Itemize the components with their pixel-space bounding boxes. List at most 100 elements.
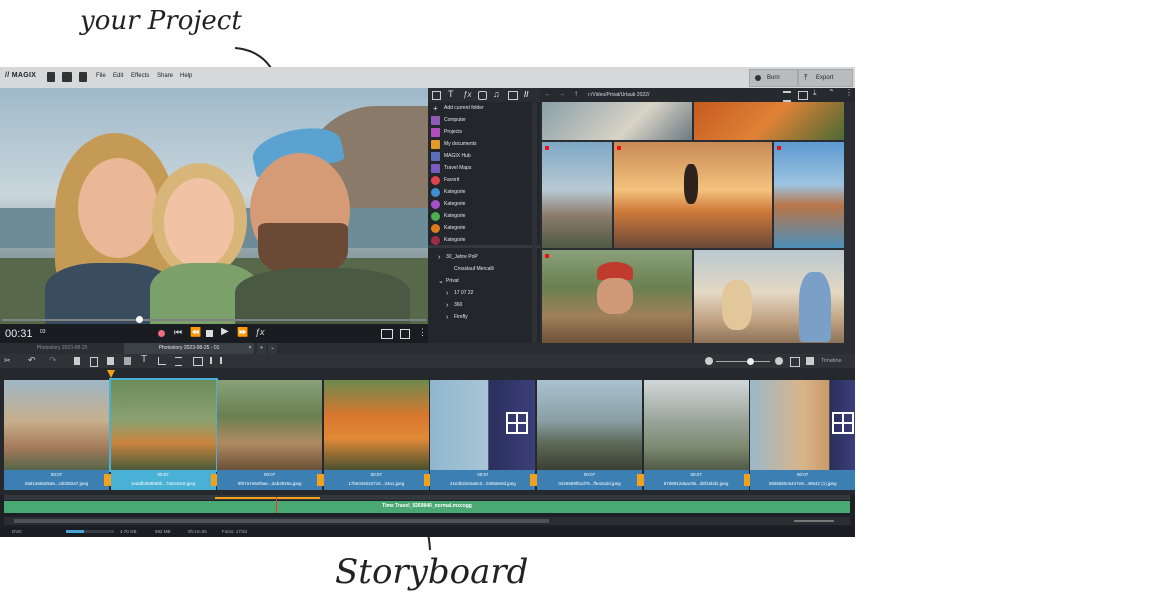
burn-button[interactable]: Burn [749,69,798,87]
fit-icon[interactable] [790,357,800,367]
tab-photostory-1[interactable]: Photostory 2023-08-25 [2,343,122,354]
undo-icon[interactable]: ↶ [28,355,36,366]
menu-effects[interactable]: Effects [131,73,149,79]
storyboard-clip[interactable] [323,380,429,470]
fast-forward-button[interactable]: ⏩ [237,327,248,338]
grid-icon[interactable] [432,91,441,100]
folder-tree-item[interactable]: › 17 07 22 [430,288,538,299]
delete-icon[interactable] [74,357,80,365]
folder-tree-item[interactable]: › Firefly [430,312,538,323]
sidebar-scrollbar[interactable] [532,103,537,343]
more-icon[interactable]: ⋮ [418,327,427,338]
thumb-tent-orange[interactable] [694,102,844,140]
menu-edit[interactable]: Edit [113,73,123,79]
picture-icon[interactable] [193,357,203,366]
horizontal-scrollbar[interactable] [4,517,850,525]
resize-icon[interactable] [210,357,222,364]
chevron-icon[interactable]: › [438,252,440,263]
download-icon[interactable]: ⤓ [813,88,817,98]
storyboard-clip[interactable] [4,380,109,470]
clip-info-bar[interactable]: 00:07 0655560c6447e8...48542 (1).jpeg [750,470,855,490]
sidebar-item[interactable]: Travel Maps [430,163,538,174]
sharpen-icon[interactable]: ⌃ [828,88,835,97]
thumb-rock-arch[interactable] [774,142,844,248]
crop-icon[interactable] [158,357,166,365]
preview-monitor[interactable] [0,88,428,324]
scrub-handle[interactable] [136,316,143,323]
chevron-icon[interactable]: › [446,300,448,311]
clip-info-bar[interactable]: 00:07 1ea5fb358b89b...7a0246c8.jpeg [110,470,216,490]
audio-track[interactable]: Time Travel_9269840_normal.mxcogg [4,501,850,513]
cut-icon[interactable]: ✂ [4,356,11,365]
storyboard-clip[interactable] [217,380,323,470]
sidebar-item[interactable]: Projects [430,127,538,138]
effects-icon[interactable]: ƒx [463,90,471,99]
sidebar-item[interactable]: My documents [430,139,538,150]
zoom-handle[interactable] [747,358,754,365]
play-button[interactable]: ▶ [221,326,229,337]
rewind-button[interactable]: ⏪ [190,327,201,338]
storyboard-clip[interactable] [750,380,855,470]
open-folder-icon[interactable] [62,72,72,82]
sort-icon[interactable] [783,91,791,102]
folder-tree-item[interactable]: › 30_Jahre PoP [430,252,538,263]
folder-tree-item[interactable]: › 360 [430,300,538,311]
storyboard-clip[interactable] [537,380,642,470]
back-icon[interactable]: ← [544,89,552,98]
zoom-slider[interactable] [716,361,770,362]
menu-help[interactable]: Help [180,73,192,79]
sidebar-item[interactable]: Kategorie [430,199,538,210]
folder-tree-item[interactable]: Crosslauf Mercalli [430,264,538,275]
chevron-icon[interactable]: ⌄ [438,276,444,287]
thumb-girl-rocks[interactable] [542,142,612,248]
chevron-icon[interactable]: › [446,312,448,323]
zoom-out-icon[interactable] [705,357,713,365]
sidebar-item[interactable]: Kategorie [430,223,538,234]
clip-info-bar[interactable]: 00:07 9f67a7e8ef6ae...dab3926a.jpeg [217,470,323,490]
view-icon[interactable] [798,91,808,100]
skip-start-button[interactable]: ⏮ [174,327,182,338]
thumb-beach-women[interactable] [694,250,844,344]
sidebar-item[interactable]: Kategorie [430,187,538,198]
path-text[interactable]: r:/Video/Privat/Urlaub 2022/ [588,92,649,98]
storyboard-clip[interactable] [430,380,536,470]
folder-tree-item[interactable]: ⌄ Privat [430,276,538,287]
playhead-marker[interactable] [107,370,115,378]
menu-file[interactable]: File [96,73,106,79]
storyboard-clip[interactable] [643,380,749,470]
add-current-folder[interactable]: + Add current folder [430,103,538,114]
timeline-label[interactable]: Timeline [821,358,842,364]
clip-info-bar[interactable]: 00:07 17b63460227c8...34a1.jpeg [323,470,429,490]
menu-dots-icon[interactable]: ⋮ [845,88,853,97]
tab-menu-icon[interactable]: ⌄ [268,343,277,354]
text-icon[interactable]: T [448,89,454,99]
close-tab-icon[interactable]: × [246,343,254,354]
zoom-in-icon[interactable] [775,357,783,365]
forward-icon[interactable]: → [558,89,566,98]
zoom-mini-slider[interactable] [794,520,834,522]
storyboard-clip[interactable] [108,378,218,472]
up-icon[interactable]: ↑ [574,89,578,98]
fx-button[interactable]: ƒx [255,327,265,337]
sidebar-item[interactable]: Favorit [430,175,538,186]
chevron-icon[interactable]: › [446,288,448,299]
redo-icon[interactable]: ↷ [49,355,57,366]
record-button[interactable] [158,330,165,337]
clip-info-bar[interactable]: 00:07 87d6912daac9b...d5f16bd2.jpeg [643,470,749,490]
thumb-boat[interactable] [542,102,692,140]
clip-info-bar[interactable]: 00:07 41e3b22e3a6c0...04559e0d.jpeg [430,470,536,490]
timeline-view-icon[interactable] [806,357,814,365]
thumb-sunset-jump[interactable] [614,142,772,248]
menu-share[interactable]: Share [157,73,173,79]
save-icon[interactable] [79,72,87,82]
fullscreen-icon[interactable] [400,329,410,339]
clip-info-bar[interactable]: 00:07 0a81a55625a5...cd0382a7.jpeg [4,470,109,490]
title-icon[interactable]: T [141,354,147,365]
duplicate-icon[interactable] [124,357,131,365]
music-icon[interactable]: ♫ [493,89,500,99]
store-icon[interactable] [508,91,518,100]
scrub-track[interactable] [2,319,426,321]
align-icon[interactable] [175,357,182,366]
stop-button[interactable] [206,330,213,337]
tab-photostory-2[interactable]: Photostory 2023-08-25 - 01 [124,343,254,354]
